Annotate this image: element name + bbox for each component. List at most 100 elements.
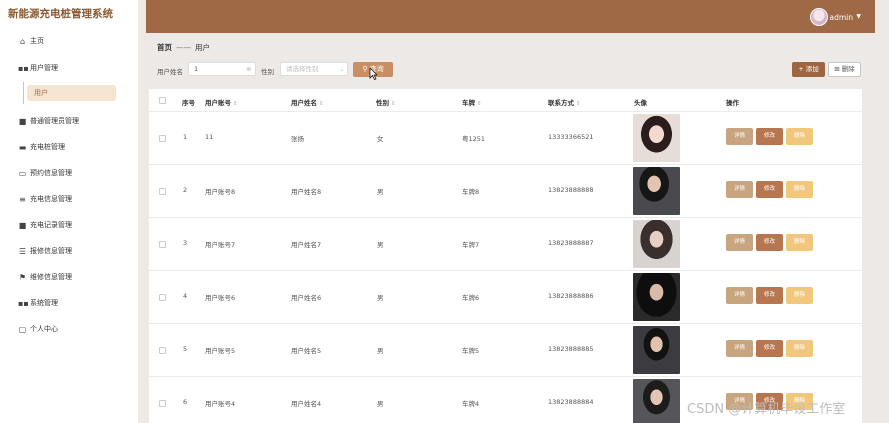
row-checkbox[interactable] [159,347,166,354]
monitor-icon: ▬ [18,142,27,152]
column-header-actions: 操作 [726,99,739,107]
user-avatar-photo [633,326,680,374]
sidebar-item-label: 报修信息管理 [30,247,72,255]
cell-gender: 男 [377,400,384,408]
sidebar-item-label: 个人中心 [30,325,58,333]
table-row: 5 用户账号5 用户姓名5 男 车牌5 13823888885 详情 修改 删除 [149,323,862,376]
delete-button-label: 删除 [841,65,855,73]
user-avatar-photo [633,114,680,162]
delete-button[interactable]: 删除 [786,340,813,357]
sidebar-subitem-user[interactable]: 用户 [27,85,116,101]
user-table: 序号 用户账号 ⇕ 用户姓名 ⇕ 性别 ⇕ 车牌 ⇕ 联系方式 ⇕ 头像 操作 1 11 … [149,89,862,423]
detail-button[interactable]: 详情 [726,128,753,145]
batch-delete-button[interactable]: ⊞ 删除 [828,62,861,77]
cell-account: 用户账号8 [205,188,236,196]
sidebar-item-records[interactable]: ■ 充电记录管理 [18,220,72,230]
lock-icon: ■ [18,116,27,126]
column-header-gender[interactable]: 性别 ⇕ [376,97,396,107]
gender-select[interactable]: 请选择性别 [280,62,348,76]
cell-phone: 13823888885 [548,345,594,353]
chevron-down-icon[interactable]: ⌄ [339,65,344,73]
cell-gender: 男 [377,241,384,249]
breadcrumb-home[interactable]: 首页 [157,43,172,52]
sidebar-item-system[interactable]: ▪▪ 系统管理 [18,298,58,308]
row-checkbox[interactable] [159,294,166,301]
sidebar-item-chargers[interactable]: ▬ 充电桩管理 [18,142,65,152]
sidebar-item-label: 系统管理 [30,299,58,307]
cell-phone: 13823888888 [548,186,594,194]
column-header-phone[interactable]: 联系方式 ⇕ [548,97,581,107]
cell-plate: 车牌4 [462,400,480,408]
clear-icon[interactable]: ⊗ [246,65,251,73]
row-checkbox[interactable] [159,135,166,142]
sidebar-item-label: 充电记录管理 [30,221,72,229]
sidebar-item-label: 普通管理员管理 [30,117,79,125]
edit-button[interactable]: 修改 [756,128,783,145]
cell-no: 6 [183,398,188,406]
detail-button[interactable]: 详情 [726,234,753,251]
row-checkbox[interactable] [159,400,166,407]
caret-down-icon[interactable]: ▼ [856,13,861,20]
select-all-checkbox[interactable] [159,97,166,104]
cell-name: 用户姓名6 [291,294,322,302]
edit-button[interactable]: 修改 [756,234,783,251]
sidebar: 新能源充电桩管理系统 ⌂ 主页 ▪▪ 用户管理 用户 ■ 普通管理员管理 ▬ 充电桩管理… [0,0,138,423]
delete-button[interactable]: 删除 [786,234,813,251]
edit-button[interactable]: 修改 [756,181,783,198]
top-bar: admin ▼ [146,0,875,33]
row-checkbox[interactable] [159,188,166,195]
cell-phone: 13823888886 [548,292,594,300]
cell-gender: 男 [377,347,384,355]
user-avatar-photo [633,220,680,268]
grid-icon: ▪▪ [18,298,29,308]
sliders-icon: ☰ [18,246,27,256]
cell-account: 用户账号7 [205,241,236,249]
gender-filter-label: 性别 [261,68,274,76]
delete-button[interactable]: 删除 [786,181,813,198]
grid-icon: ▪▪ [18,63,29,73]
cell-name: 用户姓名4 [291,400,322,408]
table-row: 1 11 张扬 女 粤1251 13333366521 详情 修改 删除 [149,111,862,164]
delete-button[interactable]: 删除 [786,287,813,304]
user-avatar-photo [633,379,680,423]
cell-name: 张扬 [291,135,304,143]
edit-button[interactable]: 修改 [756,287,783,304]
admin-username[interactable]: admin [830,13,854,22]
row-checkbox[interactable] [159,241,166,248]
sidebar-item-label: 维修信息管理 [30,273,72,281]
sidebar-item-maintenance[interactable]: ⚑ 维修信息管理 [18,272,72,282]
cell-name: 用户姓名7 [291,241,322,249]
sidebar-item-users[interactable]: ▪▪ 用户管理 [18,63,58,73]
cell-name: 用户姓名5 [291,347,322,355]
name-filter-label: 用户姓名 [157,68,183,76]
sidebar-item-repair-reports[interactable]: ☰ 报修信息管理 [18,246,72,256]
cell-account: 用户账号6 [205,294,236,302]
cell-gender: 女 [377,135,384,143]
cell-name: 用户姓名8 [291,188,322,196]
edit-button[interactable]: 修改 [756,340,783,357]
cell-no: 5 [183,345,188,353]
sidebar-item-charging[interactable]: ≡ 充电信息管理 [18,194,72,204]
table-header: 序号 用户账号 ⇕ 用户姓名 ⇕ 性别 ⇕ 车牌 ⇕ 联系方式 ⇕ 头像 操作 [149,89,862,113]
submenu-line [23,82,24,104]
detail-button[interactable]: 详情 [726,287,753,304]
column-header-account[interactable]: 用户账号 ⇕ [205,97,238,107]
sidebar-item-admins[interactable]: ■ 普通管理员管理 [18,116,79,126]
sidebar-item-profile[interactable]: ▢ 个人中心 [18,324,58,334]
column-header-plate[interactable]: 车牌 ⇕ [462,97,482,107]
sidebar-item-reservations[interactable]: ▭ 预约信息管理 [18,168,72,178]
app-title: 新能源充电桩管理系统 [8,8,113,20]
column-header-avatar: 头像 [634,99,647,107]
delete-button[interactable]: 删除 [786,128,813,145]
list-icon: ≡ [19,194,26,204]
column-header-name[interactable]: 用户姓名 ⇕ [291,97,324,107]
cell-phone: 13333366521 [548,133,594,141]
column-header-no: 序号 [182,99,195,107]
detail-button[interactable]: 详情 [726,340,753,357]
sidebar-item-home[interactable]: ⌂ 主页 [18,36,44,46]
cell-no: 3 [183,239,188,247]
detail-button[interactable]: 详情 [726,181,753,198]
add-button-label: 添加 [805,65,819,73]
avatar[interactable] [810,8,828,26]
add-button[interactable]: + 添加 [792,62,825,77]
